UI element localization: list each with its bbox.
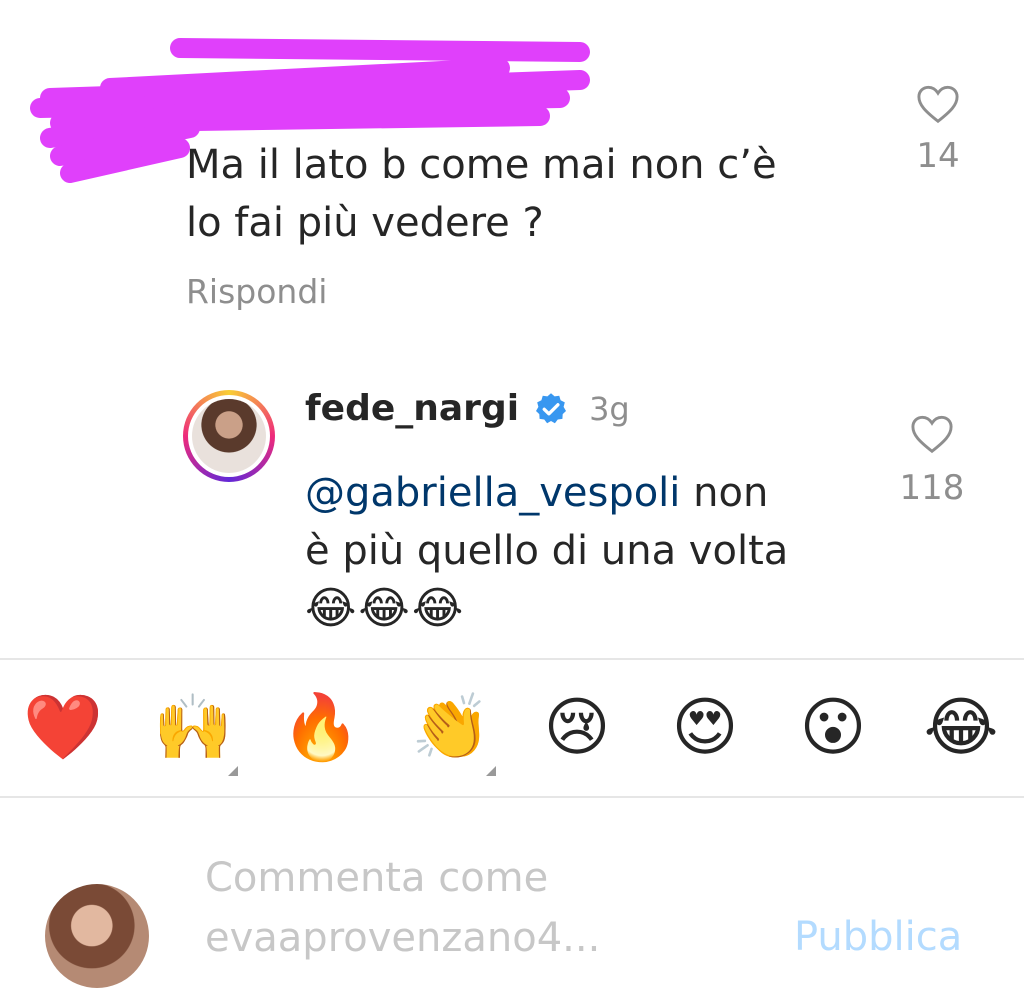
reaction-red-heart[interactable]: ❤️ [18, 688, 108, 768]
reaction-heart-eyes[interactable]: 😍 [660, 688, 750, 768]
divider [0, 796, 1024, 798]
variants-indicator-icon [228, 766, 238, 776]
my-avatar [45, 884, 149, 988]
heart-outline-icon[interactable] [916, 84, 960, 124]
reply-username[interactable]: fede_nargi [305, 388, 519, 429]
divider [0, 658, 1024, 660]
comment-like[interactable]: 14 [898, 84, 978, 176]
comment-text: Ma il lato b come mai non c’è lo fai più… [186, 136, 876, 252]
mention-link[interactable]: @gabriella_vespoli [305, 470, 680, 516]
reply-like-count: 118 [899, 468, 965, 508]
reaction-fire[interactable]: 🔥 [276, 688, 366, 768]
reaction-tears-of-joy[interactable]: 😂 [916, 688, 1006, 768]
reply-text-part1: non [680, 470, 769, 516]
heart-outline-icon[interactable] [910, 414, 954, 454]
reaction-clapping-hands[interactable]: 👏 [406, 688, 496, 776]
comment-input-placeholder-line1: Commenta come [205, 855, 549, 901]
reply-text: @gabriella_vespoli non è più quello di u… [305, 464, 865, 638]
comment-input-placeholder-line2: evaaprovenzano4... [205, 915, 601, 961]
reply-emojis: 😂😂😂 [305, 583, 466, 634]
comment-text-line1: Ma il lato b come mai non c’è [186, 142, 777, 188]
reply-time: 3g [589, 389, 630, 428]
reaction-surprised-face[interactable]: 😮 [788, 688, 878, 768]
variants-indicator-icon [486, 766, 496, 776]
reply-header: fede_nargi 3g [305, 388, 630, 429]
reply-avatar-photo [192, 399, 266, 473]
publish-button[interactable]: Pubblica [794, 914, 962, 960]
comment-input[interactable]: Commenta come evaaprovenzano4... [205, 848, 745, 968]
reply-text-line2: è più quello di una volta [305, 528, 789, 574]
comment-like-count: 14 [916, 136, 960, 176]
reply-like[interactable]: 118 [892, 414, 972, 508]
reaction-raising-hands[interactable]: 🙌 [148, 688, 238, 776]
quick-reactions-bar: ❤️ 🙌 🔥 👏 😢 😍 😮 😂 [0, 664, 1024, 792]
verified-badge-icon [536, 392, 567, 423]
reply-avatar[interactable] [183, 390, 275, 482]
reply-link[interactable]: Rispondi [186, 272, 327, 311]
reaction-crying-face[interactable]: 😢 [532, 688, 622, 768]
comment-text-line2: lo fai più vedere ? [186, 200, 544, 246]
